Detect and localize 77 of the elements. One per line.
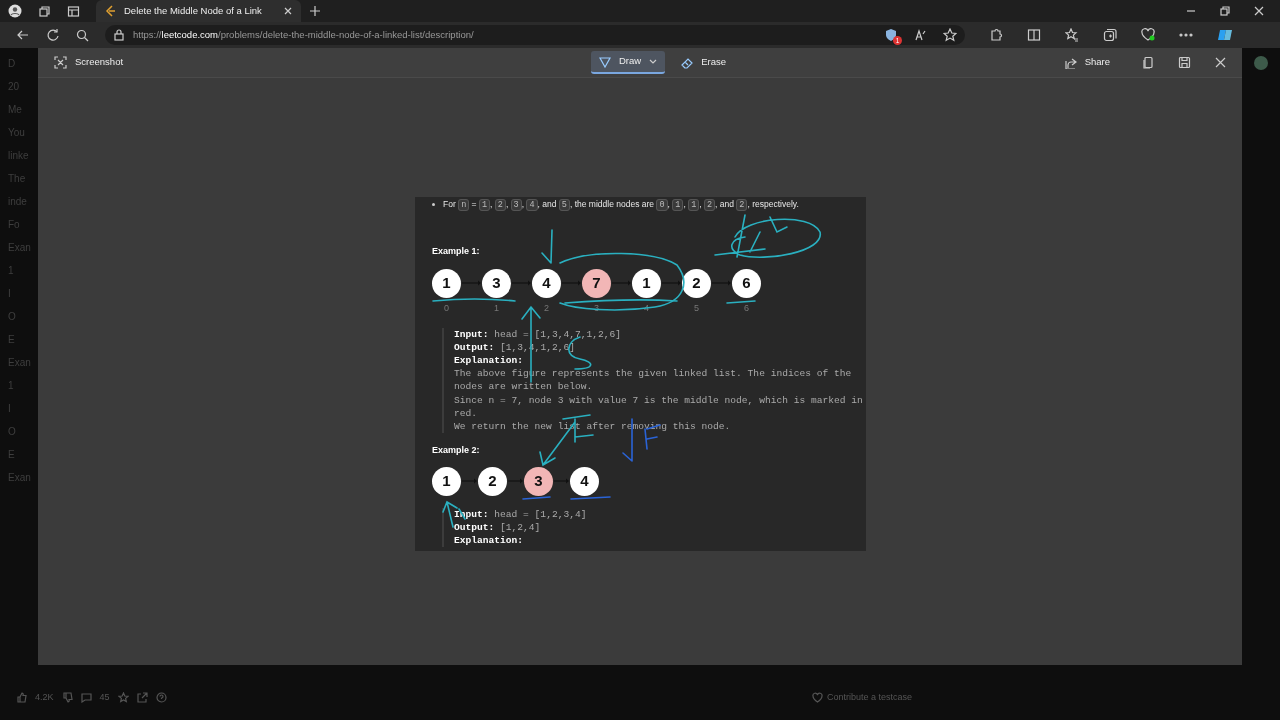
eraser-icon — [681, 56, 694, 69]
arrow-icon — [461, 478, 478, 485]
browser-tab[interactable]: Delete the Middle Node of a Link — [96, 0, 301, 22]
pen-annotation — [541, 229, 553, 264]
list-node: 4 — [570, 466, 599, 496]
avatar-icon — [1254, 56, 1268, 70]
refresh-icon[interactable] — [46, 28, 60, 42]
pen-icon — [599, 55, 611, 68]
back-icon[interactable] — [16, 28, 30, 42]
favicon-icon — [104, 5, 116, 17]
list-node: 2 — [478, 466, 507, 496]
comment-count: 45 — [99, 690, 110, 704]
read-aloud-icon[interactable] — [914, 28, 927, 42]
share-icon — [1064, 56, 1077, 69]
example-title: Example 1: — [432, 245, 481, 258]
close-icon[interactable] — [1215, 57, 1226, 68]
list-node: 3 — [524, 466, 553, 496]
arrow-icon — [661, 280, 682, 286]
list-node: 7 — [582, 268, 611, 298]
copilot-icon[interactable] — [1217, 27, 1233, 43]
arrow-icon — [461, 280, 482, 286]
list-node: 4 — [532, 268, 561, 298]
code-label: Explanation: — [454, 534, 525, 548]
like-count: 4.2K — [35, 690, 54, 704]
tool-button[interactable]: Draw — [591, 51, 666, 74]
code-label: Explanation: — [454, 353, 525, 368]
bullet-text: For n = 1 , 2 , 3 , 4 , and 5 , the middle nodes are 0 , 1 , 1 , 2 , and 2 , respectively. — [443, 198, 799, 211]
caret-icon — [649, 57, 658, 66]
restore-icon[interactable] — [1220, 6, 1230, 16]
arrow-icon — [711, 280, 732, 286]
search-icon[interactable] — [76, 28, 89, 42]
example-title: Example 2: — [432, 444, 481, 458]
arrow-icon — [561, 280, 582, 286]
arrow-icon — [553, 478, 570, 485]
screenshot-icon — [54, 56, 67, 69]
share-button[interactable]: Share — [1056, 52, 1118, 73]
arrow-icon — [507, 478, 524, 485]
arrow-icon — [611, 280, 632, 286]
code-line: Output: [1,2,4] — [454, 520, 542, 535]
list-node: 1 — [432, 466, 461, 496]
arrow-icon — [511, 280, 532, 286]
bullet-icon — [432, 203, 435, 206]
tool-button[interactable]: Erase — [673, 52, 734, 73]
profile-icon[interactable] — [8, 4, 22, 18]
thumbs-up-icon[interactable] — [16, 691, 27, 703]
explanation-text: Since n = 7, node 3 with value 7 is the middle node, which is marked in red. — [454, 393, 864, 420]
node-index: 4 — [644, 301, 649, 314]
node-index: 6 — [744, 301, 749, 314]
favorites-icon[interactable] — [1065, 28, 1079, 42]
external-link-icon[interactable] — [136, 691, 148, 703]
star-icon[interactable] — [117, 691, 129, 703]
collections-icon[interactable] — [1103, 28, 1117, 42]
close-icon[interactable] — [1254, 6, 1264, 16]
workspaces-icon[interactable] — [38, 4, 51, 18]
lock-icon — [113, 29, 125, 41]
copy-icon[interactable] — [1142, 56, 1154, 69]
list-node: 2 — [682, 268, 711, 298]
thumbs-down-icon[interactable] — [61, 691, 73, 703]
puzzle-icon[interactable] — [989, 28, 1003, 42]
list-node: 6 — [732, 268, 761, 298]
list-node: 3 — [482, 268, 511, 298]
url-text: https://leetcode.com/problems/delete-the-middle-node-of-a-linked-list/description/ — [133, 27, 474, 42]
toolbar-title: Screenshot — [75, 55, 124, 70]
tab-title: Delete the Middle Node of a Link — [124, 3, 263, 18]
heart-icon[interactable] — [1141, 28, 1155, 42]
node-index: 0 — [444, 301, 449, 314]
heart-outline-icon — [812, 691, 823, 703]
close-icon[interactable] — [283, 6, 293, 16]
node-index: 5 — [694, 301, 699, 314]
node-index: 2 — [544, 301, 549, 314]
list-node: 1 — [432, 268, 461, 298]
split-screen-icon[interactable] — [1027, 28, 1041, 42]
node-index: 1 — [494, 301, 499, 314]
tab-actions-icon[interactable] — [67, 4, 80, 18]
save-icon[interactable] — [1178, 56, 1191, 69]
code-line: Input: head = [1,3,4,7,1,2,6] — [454, 327, 622, 341]
list-node: 1 — [632, 268, 661, 298]
